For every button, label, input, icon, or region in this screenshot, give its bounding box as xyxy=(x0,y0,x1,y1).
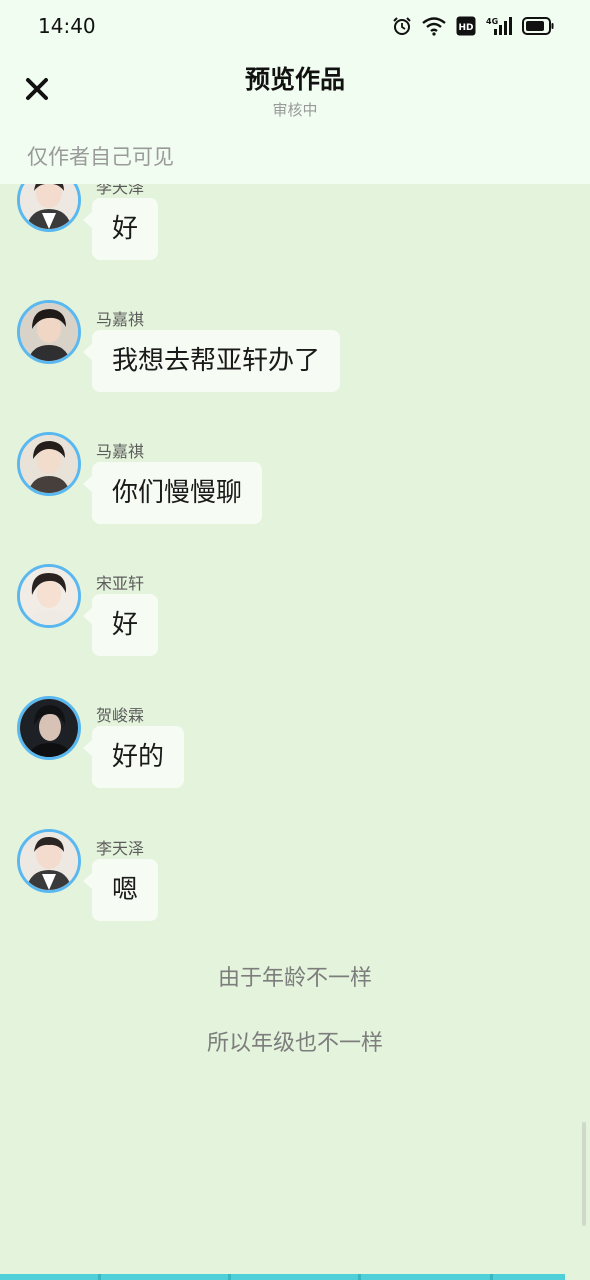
status-icons: HD 4G xyxy=(392,14,554,38)
sender-name: 马嘉祺 xyxy=(96,442,145,461)
hd-label: HD xyxy=(458,23,473,33)
avatar[interactable] xyxy=(17,432,81,496)
narration-text: 由于年龄不一样 xyxy=(217,966,372,991)
visibility-notice: 仅作者自己可见 xyxy=(27,145,174,169)
network-label: 4G xyxy=(486,17,498,26)
message-bubble[interactable]: 好 xyxy=(82,594,159,656)
avatar[interactable] xyxy=(17,829,81,893)
battery-icon xyxy=(522,17,554,35)
sender-name: 马嘉祺 xyxy=(96,310,145,329)
message-bubble[interactable]: 我想去帮亚轩办了 xyxy=(82,330,341,392)
message-bubble[interactable]: 嗯 xyxy=(82,859,159,921)
message-bubble[interactable]: 你们慢慢聊 xyxy=(82,462,263,524)
avatar[interactable] xyxy=(17,696,81,760)
avatar[interactable] xyxy=(17,564,81,628)
message-bubble[interactable]: 好的 xyxy=(82,726,185,788)
header: 14:40 HD 4G 预览作品 审核中 仅作者自己可见 xyxy=(0,0,590,184)
chat-message: 李天泽 嗯 xyxy=(0,829,590,959)
sender-name: 李天泽 xyxy=(96,839,145,858)
page-title: 预览作品 xyxy=(244,65,345,94)
status-time: 14:40 xyxy=(38,14,96,38)
scrollbar[interactable] xyxy=(582,1122,586,1226)
status-bar: 14:40 HD 4G xyxy=(0,0,590,52)
alarm-icon xyxy=(392,16,412,36)
message-bubble[interactable]: 好 xyxy=(82,198,159,260)
hd-icon: HD xyxy=(456,16,476,36)
review-status: 审核中 xyxy=(272,101,318,119)
sender-name: 贺峻霖 xyxy=(96,706,145,725)
chat-message: 李天泽 好 xyxy=(0,168,590,298)
chat-message: 马嘉祺 我想去帮亚轩办了 xyxy=(0,300,590,430)
chat-area[interactable]: 李天泽 好 马嘉祺 我想去帮亚轩办了 马嘉祺 你们慢慢聊 宋亚轩 好 贺峻霖 好… xyxy=(0,0,590,1280)
chat-message: 宋亚轩 好 xyxy=(0,564,590,694)
narration-text: 所以年级也不一样 xyxy=(206,1031,383,1056)
wifi-icon xyxy=(422,16,446,36)
chat-message: 贺峻霖 好的 xyxy=(0,696,590,826)
avatar[interactable] xyxy=(17,300,81,364)
4g-signal-icon: 4G xyxy=(486,16,512,36)
sender-name: 宋亚轩 xyxy=(96,574,145,593)
chat-message: 马嘉祺 你们慢慢聊 xyxy=(0,432,590,562)
